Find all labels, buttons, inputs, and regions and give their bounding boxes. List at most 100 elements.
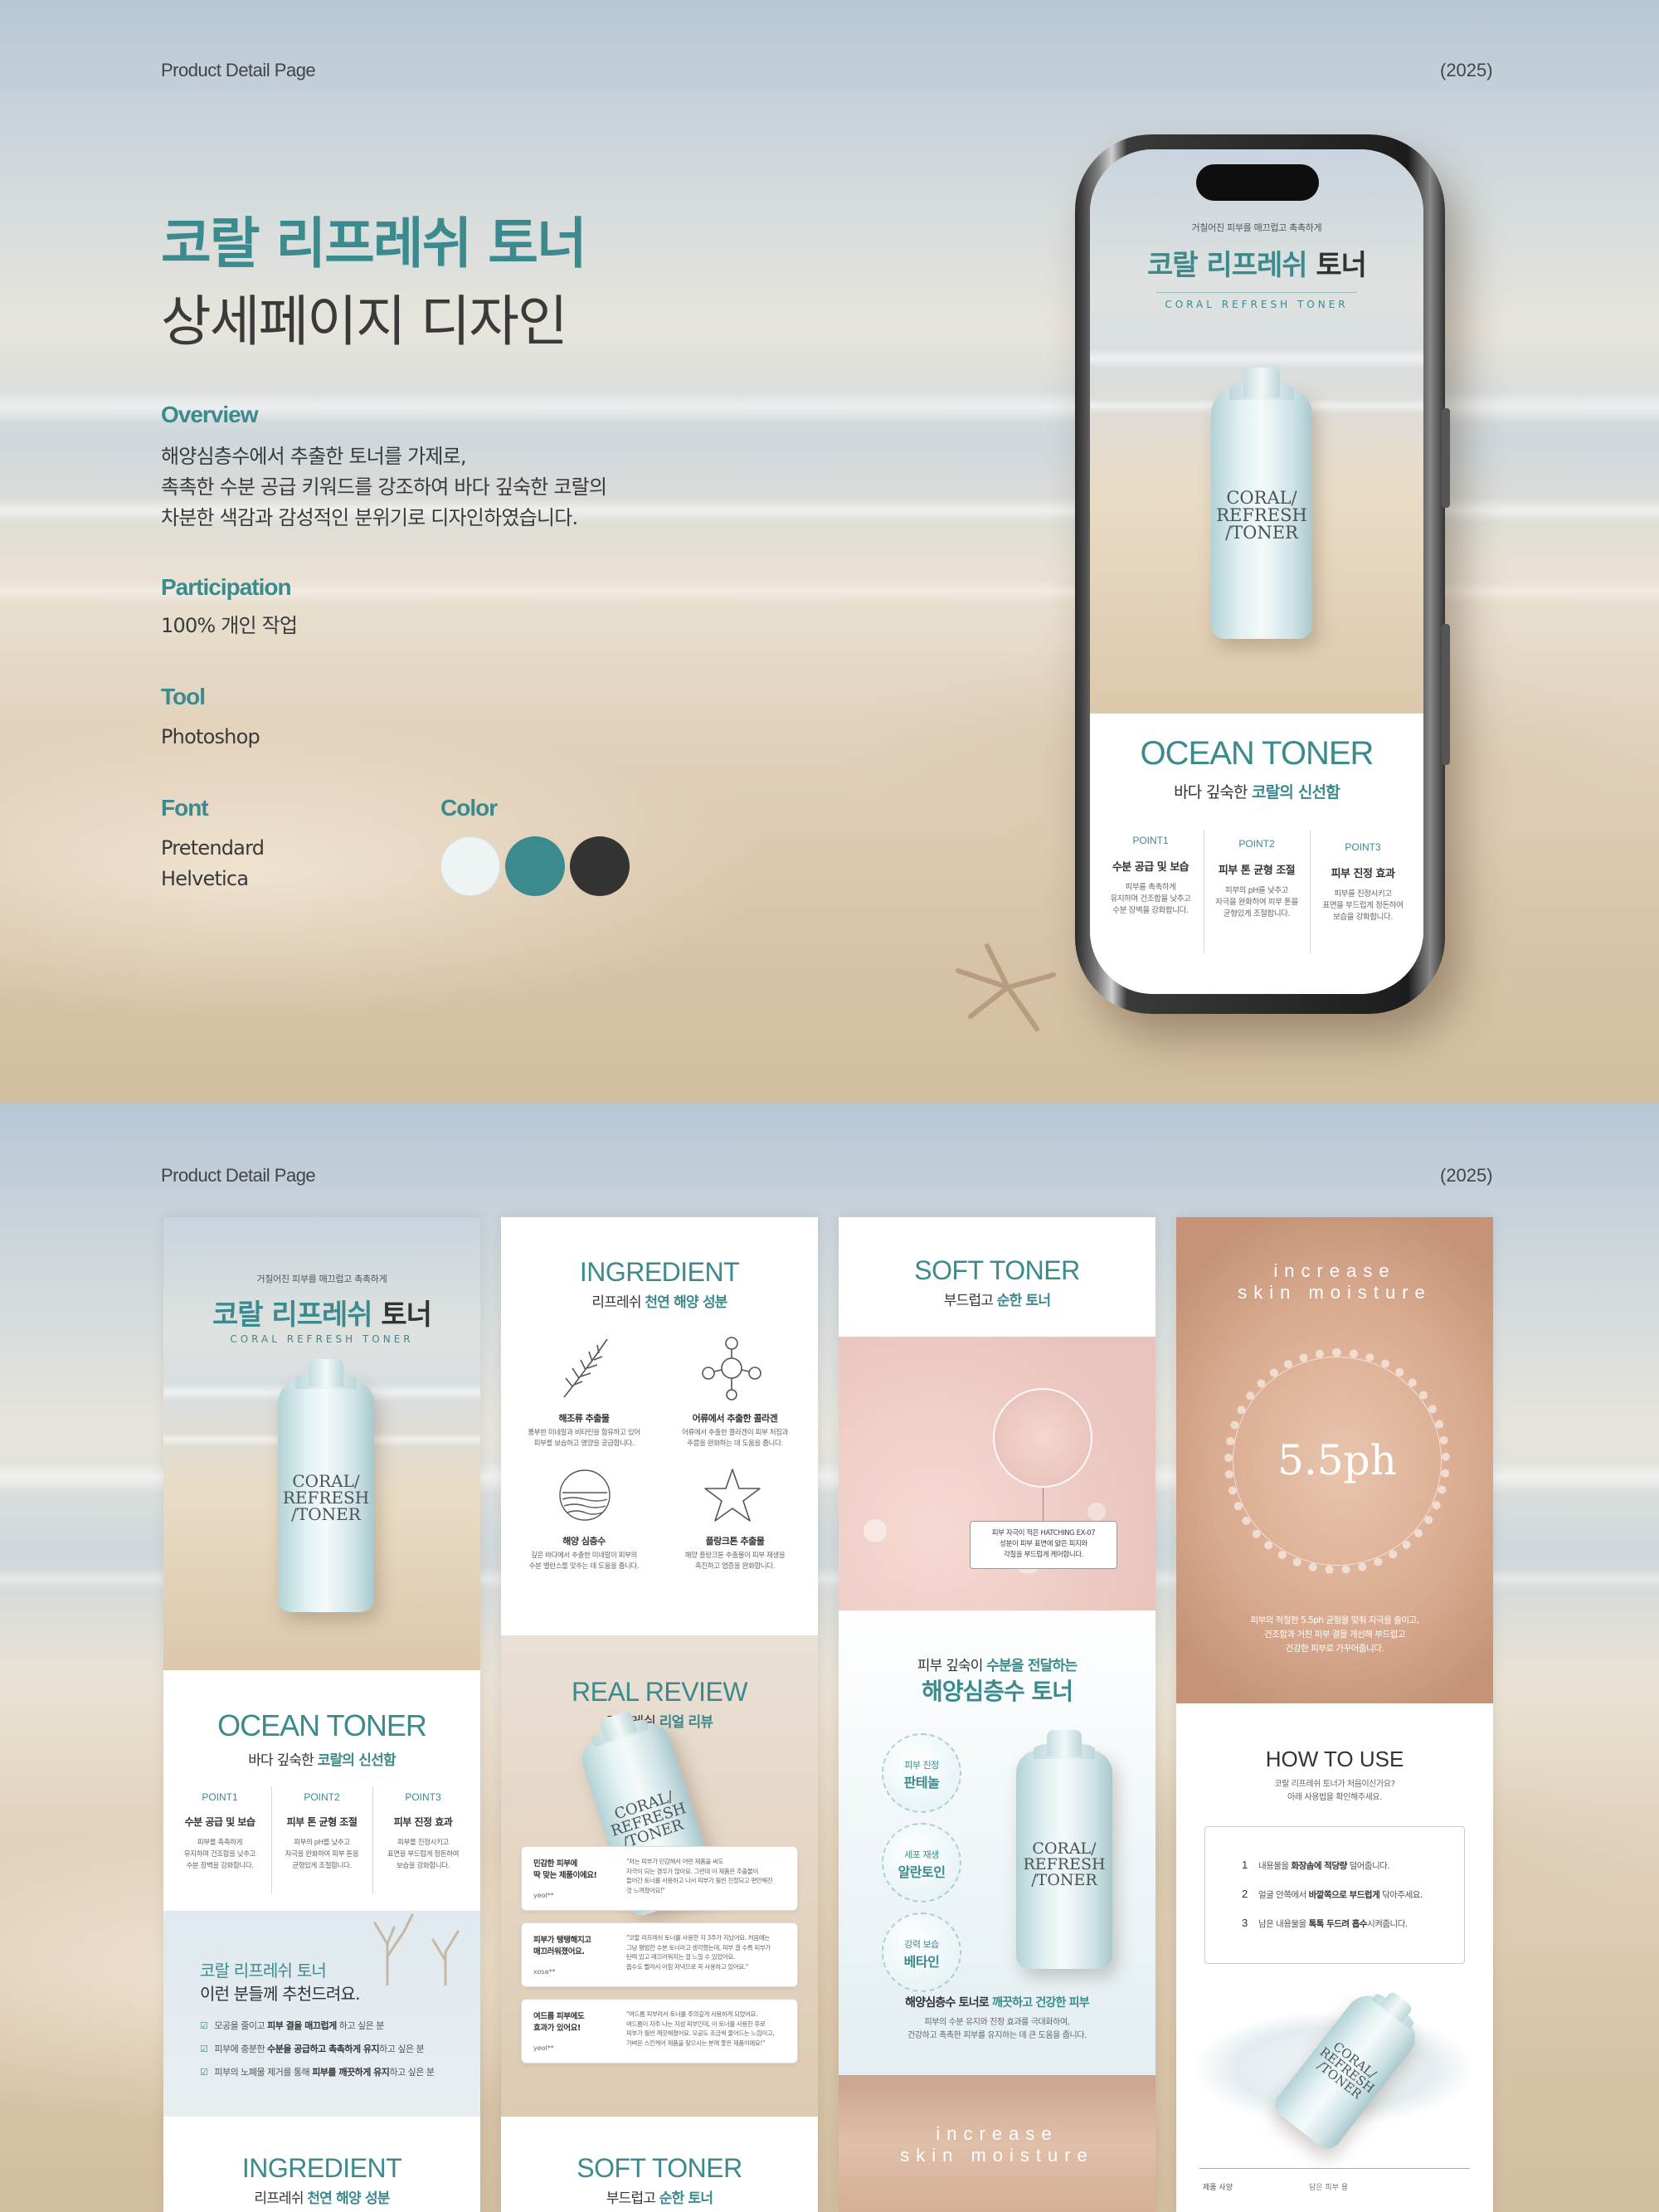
rec-item: ☑ 피부의 노폐물 제거를 통해 피부를 깨끗하게 유지하고 싶은 분 bbox=[200, 2067, 435, 2078]
font-value: Pretendard bbox=[161, 836, 265, 860]
toner-bottle: CORAL/REFRESH/TONER bbox=[278, 1358, 374, 1612]
bottle-label: CORAL/ REFRESH /TONER bbox=[1216, 488, 1307, 543]
participation-heading: Participation bbox=[161, 574, 292, 600]
screen-ocean-section: OCEAN TONER 바다 깊숙한 코랄의 신선함 POINT1 수분 공급 … bbox=[1090, 714, 1423, 994]
ocean-subtitle: 바다 깊숙한 코랄의 신선함 bbox=[1174, 783, 1340, 801]
font-value: Helvetica bbox=[161, 867, 249, 890]
overview-heading: Overview bbox=[161, 402, 259, 427]
toner-bottle: CORAL/REFRESH/TONER bbox=[1016, 1730, 1112, 1969]
point-1: POINT1 수분 공급 및 보습 피부를 촉촉하게 유지하며 건조함을 낮추고 수… bbox=[1110, 835, 1191, 915]
starfish-icon bbox=[704, 1469, 761, 1522]
review-card: 피부가 탱탱해지고 매끄러워졌어요. xosa** "코랄 리프레쉬 토너를 사용… bbox=[521, 1922, 798, 1987]
card1-hero: 거칠어진 피부를 매끄럽고 촉촉하게 코랄 리프레쉬 토너 CORAL REFR… bbox=[163, 1217, 480, 1670]
review-card: 민감한 피부에 딱 맞는 제품이에요! yeol** "저는 피부가 민감해서 어… bbox=[521, 1846, 798, 1911]
header-year: (2025) bbox=[1440, 60, 1493, 80]
tool-value: Photoshop bbox=[161, 725, 260, 748]
howto-step: 2 얼굴 안쪽에서 바깥쪽으로 부드럽게 닦아주세요. bbox=[1242, 1888, 1423, 1900]
howto-step: 3 남은 내용물을 톡톡 두드려 흡수시켜줍니다. bbox=[1242, 1917, 1408, 1929]
magnify-circle bbox=[993, 1388, 1092, 1488]
color-swatch-teal bbox=[505, 836, 565, 896]
ocean-title: OCEAN TONER bbox=[1140, 735, 1374, 772]
toner-bottle: CORAL/ REFRESH /TONER bbox=[1211, 368, 1312, 639]
screen-product-en: CORAL REFRESH TONER bbox=[1165, 299, 1349, 310]
howto-title: HOW TO USE bbox=[1265, 1747, 1404, 1771]
ph-description: 피부의 적절한 5.5ph 균형을 맞춰 자극을 줄이고, 건조함과 거친 피부 … bbox=[1250, 1615, 1419, 1654]
header-label: Product Detail Page bbox=[161, 60, 316, 80]
color-heading: Color bbox=[440, 795, 498, 821]
review-title: REAL REVIEW bbox=[571, 1677, 748, 1707]
point-2: POINT2 피부 톤 균형 조절 피부의 pH를 낮추고 자극을 완화하여 피부… bbox=[1215, 838, 1298, 918]
detail-card-4: increase skin moisture 5.5ph 피부의 적절한 5.5… bbox=[1176, 1217, 1493, 2212]
hero-section: Product Detail Page (2025) 코랄 리프레쉬 토너 상세… bbox=[0, 0, 1659, 1104]
starfish-icon bbox=[956, 943, 1056, 1031]
spec-label: 제품 사양 bbox=[1203, 2184, 1233, 2192]
detail-card-2: INGREDIENT 리프레쉬 천연 해양 성분 해조류 추출물 풍부한 미네랄… bbox=[501, 1217, 818, 2212]
color-swatch-dark bbox=[570, 836, 630, 896]
detail-card-1: 거칠어진 피부를 매끄럽고 촉촉하게 코랄 리프레쉬 토너 CORAL REFR… bbox=[163, 1217, 480, 2212]
point-1: POINT1 수분 공급 및 보습 피부를 촉촉하게 유지하며 건조함을 낮추고 수… bbox=[183, 1791, 256, 1870]
card2-ingredient: INGREDIENT 리프레쉬 천연 해양 성분 해조류 추출물 풍부한 미네랄… bbox=[501, 1217, 818, 1635]
overview-text: 해양심층수에서 추출한 토너를 가제로, 촉촉한 수분 공급 키워드를 강조하여… bbox=[161, 441, 607, 534]
molecule-icon bbox=[702, 1337, 761, 1401]
ocean-title: OCEAN TONER bbox=[217, 1708, 427, 1742]
font-values: Pretendard Helvetica bbox=[161, 833, 265, 894]
card1-recommend: 코랄 리프레쉬 토너 이런 분들께 추천드려요. ☑ 모공을 줄이고 피부 결을 … bbox=[163, 1911, 480, 2117]
howto-step: 1 내용물을 화장솜에 적당량 덜어줍니다. bbox=[1242, 1859, 1390, 1871]
rec-list: ☑ 모공을 줄이고 피부 결을 매끄럽게 하고 싶은 분 ☑ 피부에 충분한 수분을… bbox=[200, 2019, 465, 2088]
soft-toner-title: SOFT TONER bbox=[914, 1255, 1080, 1285]
deep-title: 해양심층수 토너 bbox=[921, 1678, 1073, 1705]
point-3: POINT3 피부 진정 효과 피부를 진정시키고 표면을 부드럽게 정돈하여 보습… bbox=[387, 1791, 460, 1870]
rec-item: ☑ 피부에 충분한 수분을 공급하고 촉촉하게 유지하고 싶은 분 bbox=[200, 2044, 425, 2054]
texture-image: 피부 자극이 적은 HATCHING EX-07 성분이 피부 표면에 얇은 피지… bbox=[839, 1337, 1155, 1610]
check-icon: ☑ bbox=[200, 2044, 208, 2054]
phone-screen: 거칠어진 피부를 매끄럽고 촉촉하게 코랄 리프레쉬 토너 CORAL REFR… bbox=[1090, 149, 1423, 994]
point-3: POINT3 피부 진정 효과 피부를 진정시키고 표면을 부드럽게 정돈하여 보습… bbox=[1322, 841, 1404, 922]
card2-next: SOFT TONER 부드럽고 순한 토너 bbox=[501, 2117, 818, 2212]
color-swatch-light bbox=[440, 836, 500, 896]
overview-line: 촉촉한 수분 공급 키워드를 강조하여 바다 깊숙한 코랄의 bbox=[161, 475, 607, 499]
review-card: 여드름 피부에도 효과가 있어요! yeol** "여드름 피부라서 토너를 주의… bbox=[521, 1999, 798, 2063]
spec-value: 담은 피부 용 bbox=[1309, 2184, 1349, 2192]
screen-hero: 거칠어진 피부를 매끄럽고 촉촉하게 코랄 리프레쉬 토너 CORAL REFR… bbox=[1090, 149, 1423, 714]
tool-heading: Tool bbox=[161, 684, 206, 709]
sea-icon bbox=[559, 1469, 611, 1521]
check-icon: ☑ bbox=[200, 2067, 208, 2078]
screen-tagline: 거칠어진 피부를 매끄럽고 촉촉하게 bbox=[1191, 222, 1322, 233]
card3-face-strip: increase skin moisture bbox=[839, 2075, 1155, 2212]
card1-product-title: 코랄 리프레쉬 토너 bbox=[212, 1298, 432, 1332]
ph-value: 5.5ph bbox=[1277, 1436, 1397, 1484]
card1-next: INGREDIENT 리프레쉬 천연 해양 성분 bbox=[163, 2117, 480, 2212]
ingredient-bubble: 강력 보습 베타인 bbox=[882, 1912, 961, 1992]
face-image: increase skin moisture 5.5ph 피부의 적절한 5.5… bbox=[1176, 1217, 1493, 1703]
overview-line: 차분한 색감과 감성적인 분위기로 디자인하였습니다. bbox=[161, 506, 578, 529]
rec-title-accent: 코랄 리프레쉬 토너 bbox=[200, 1961, 327, 1981]
header-label: Product Detail Page bbox=[161, 1165, 316, 1186]
ingredient-bubble: 피부 진정 판테놀 bbox=[882, 1733, 961, 1813]
coral-icon bbox=[373, 1913, 460, 1985]
check-icon: ☑ bbox=[200, 2020, 208, 2031]
product-name-accent: 코랄 리프레쉬 bbox=[1147, 249, 1308, 282]
screen-product-title: 코랄 리프레쉬 토너 bbox=[1090, 242, 1423, 283]
howto-section: HOW TO USE 코랄 리프레쉬 토너가 처음이신가요? 아래 사용법을 확인… bbox=[1176, 1703, 1493, 2212]
phone-mockup: 거칠어진 피부를 매끄럽고 촉촉하게 코랄 리프레쉬 토너 CORAL REFR… bbox=[1075, 134, 1450, 1014]
point-2: POINT2 피부 톤 균형 조절 피부의 pH를 낮추고 자극을 완화하여 피부… bbox=[285, 1791, 359, 1870]
card1-product-en: CORAL REFRESH TONER bbox=[230, 1333, 414, 1345]
hero-title: 코랄 리프레쉬 토너 bbox=[161, 212, 587, 275]
phone-side-button bbox=[1442, 624, 1450, 765]
overview-line: 해양심층수에서 추출한 토너를 가제로, bbox=[161, 445, 467, 468]
phone-side-button bbox=[1442, 408, 1450, 508]
hero-subtitle: 상세페이지 디자인 bbox=[161, 290, 568, 353]
phone-notch bbox=[1196, 164, 1319, 201]
card2-review: REAL REVIEW 리프레쉬 리얼 리뷰 CORAL/REFRESH/TON… bbox=[501, 1635, 818, 2117]
product-name-rest: 토너 bbox=[1316, 249, 1367, 282]
seaweed-icon bbox=[563, 1338, 608, 1398]
gallery-section: Product Detail Page (2025) 거칠어진 피부를 매끄럽고… bbox=[0, 1104, 1659, 2212]
card3-deep-sea: 피부 깊숙이 수분을 전달하는 해양심층수 토너 피부 진정 판테놀 세포 재생 알… bbox=[839, 1610, 1155, 2075]
card1-tagline: 거칠어진 피부를 매끄럽고 촉촉하게 bbox=[256, 1274, 387, 1284]
ingredient-title: INGREDIENT bbox=[579, 1257, 740, 1287]
rec-item: ☑ 모공을 줄이고 피부 결을 매끄럽게 하고 싶은 분 bbox=[200, 2020, 384, 2031]
participation-value: 100% 개인 작업 bbox=[161, 614, 298, 637]
ingredient-bubble: 세포 재생 알란토인 bbox=[882, 1823, 961, 1903]
header-year: (2025) bbox=[1440, 1165, 1493, 1186]
detail-card-3: SOFT TONER 부드럽고 순한 토너 피부 자극이 적은 HATCHING… bbox=[839, 1217, 1155, 2212]
